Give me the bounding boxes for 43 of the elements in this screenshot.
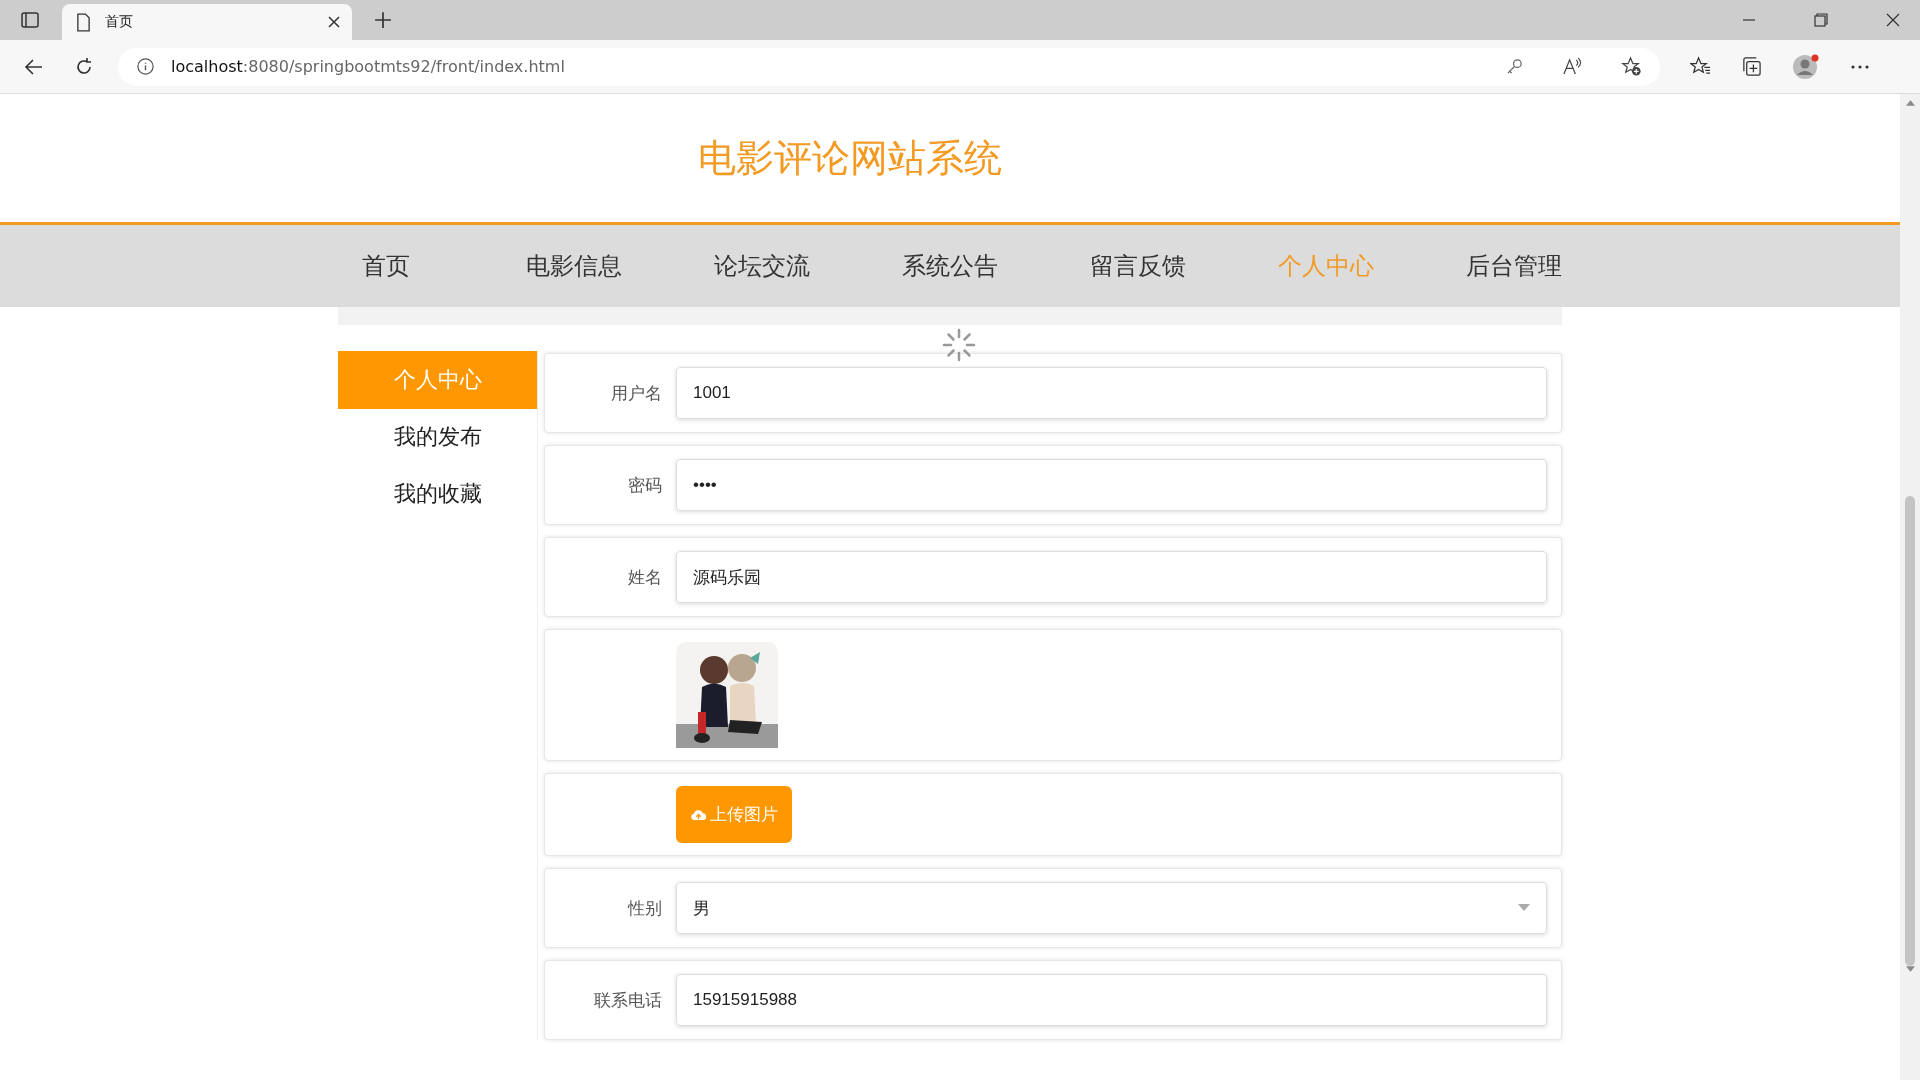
profile-icon[interactable]	[1792, 52, 1820, 81]
input-field[interactable]: 1001	[676, 367, 1547, 419]
caret-icon	[1518, 904, 1530, 912]
favorites-icon[interactable]	[1690, 56, 1711, 77]
field-label: 姓名	[627, 565, 663, 589]
page-icon	[76, 12, 91, 32]
input-field[interactable]: 源码乐园	[676, 551, 1547, 603]
sidebar-item[interactable]: 我的发布	[338, 408, 537, 466]
close-icon[interactable]	[1886, 13, 1900, 27]
key-icon[interactable]	[1505, 57, 1524, 76]
scroll-thumb[interactable]	[1905, 496, 1915, 966]
select-field[interactable]: 男	[676, 882, 1547, 934]
field-label: 密码	[627, 473, 663, 497]
collections-icon[interactable]	[1741, 56, 1762, 77]
tab-actions-icon[interactable]	[20, 10, 40, 30]
nav-link[interactable]: 论坛交流	[668, 250, 856, 282]
site-title: 电影评论网站系统	[698, 134, 1002, 182]
loading-icon	[941, 327, 977, 363]
add-favorite-icon[interactable]	[1621, 56, 1642, 77]
field-label: 联系电话	[593, 988, 663, 1012]
nav-link[interactable]: 电影信息	[480, 250, 668, 282]
input-field[interactable]: 15915915988	[676, 974, 1547, 1026]
url-text: localhost:8080/springbootmts92/front/index.html	[171, 57, 565, 76]
read-aloud-icon[interactable]	[1562, 57, 1583, 76]
nav-link[interactable]: 系统公告	[856, 250, 1044, 282]
nav-link[interactable]: 留言反馈	[1044, 250, 1232, 282]
restore-icon[interactable]	[1814, 13, 1828, 27]
browser-tab[interactable]: 首页	[62, 4, 352, 40]
new-tab-icon[interactable]	[374, 11, 392, 29]
nav-link[interactable]: 首页	[292, 250, 480, 282]
sidebar-item[interactable]: 我的收藏	[338, 465, 537, 523]
back-icon[interactable]	[24, 56, 44, 77]
field-label: 性别	[626, 896, 663, 920]
address-bar[interactable]: localhost:8080/springbootmts92/front/index.html	[118, 47, 1660, 86]
info-icon	[136, 57, 155, 76]
scroll-up-icon[interactable]	[1905, 100, 1915, 106]
input-field[interactable]: ••••	[676, 459, 1547, 511]
field-label: 用户名	[610, 381, 663, 405]
nav-link[interactable]: 后台管理	[1420, 250, 1608, 282]
close-icon[interactable]	[328, 16, 340, 28]
refresh-icon[interactable]	[74, 56, 94, 77]
cloud-upload-icon	[690, 807, 707, 822]
more-icon[interactable]	[1850, 63, 1870, 70]
